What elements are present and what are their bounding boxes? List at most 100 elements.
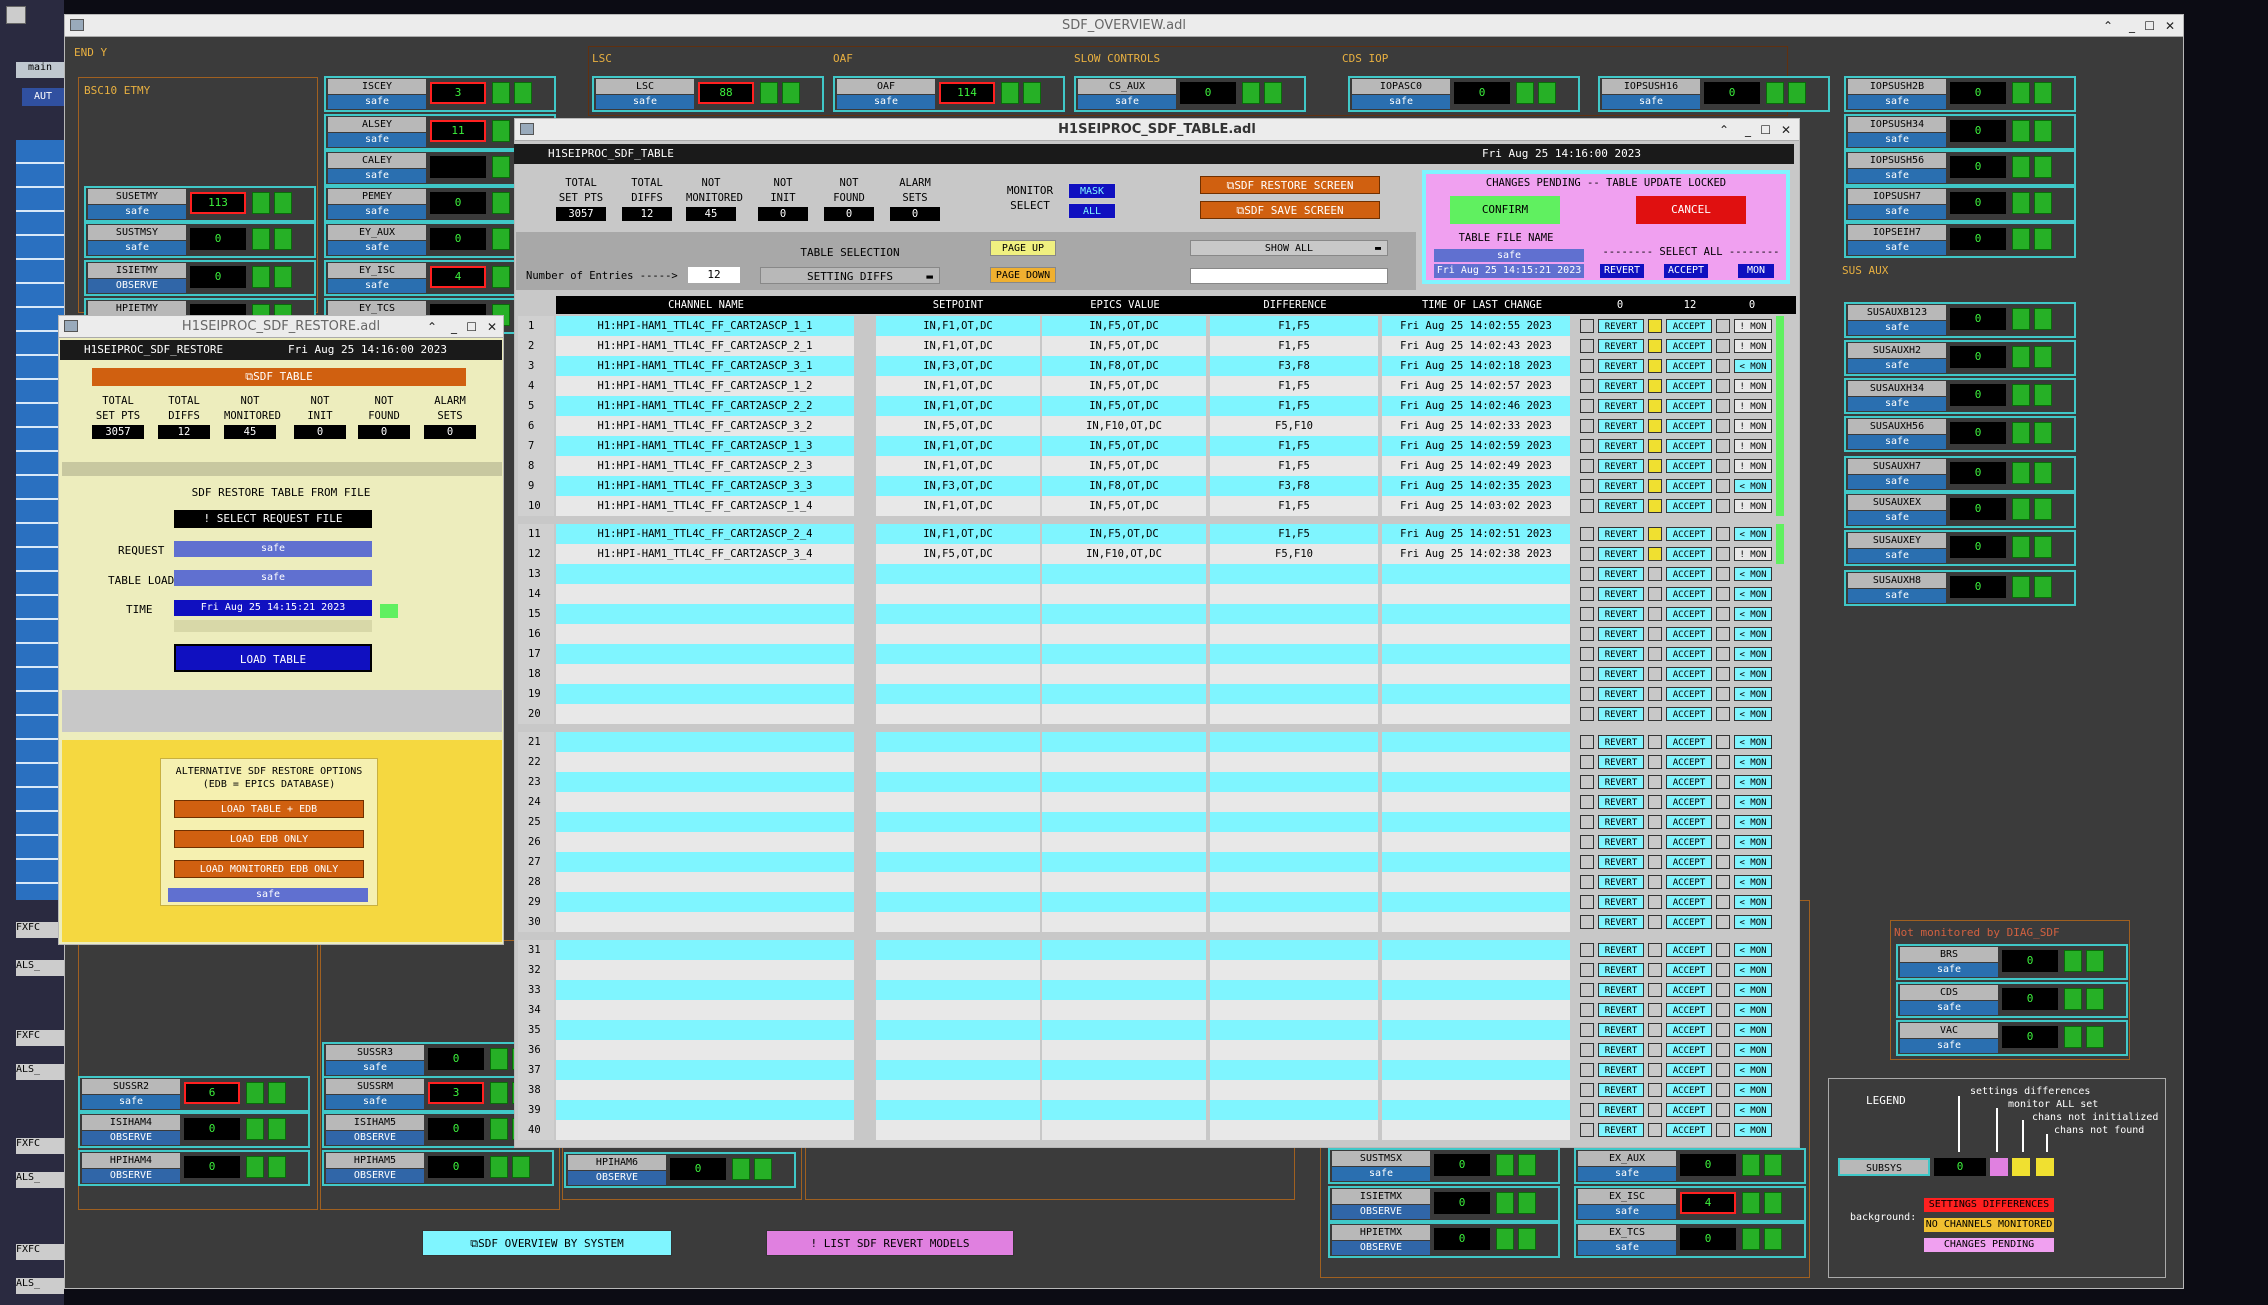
accept-checkbox[interactable] (1648, 943, 1662, 957)
mon-checkbox[interactable] (1716, 875, 1730, 889)
accept-button[interactable]: ACCEPT (1666, 795, 1712, 809)
accept-checkbox[interactable] (1648, 875, 1662, 889)
accept-button[interactable]: ACCEPT (1666, 547, 1712, 561)
accept-checkbox[interactable] (1648, 755, 1662, 769)
setting-diffs-dropdown[interactable]: SETTING DIFFS ▬ (760, 267, 940, 284)
mon-button[interactable]: < MON (1734, 835, 1772, 849)
sdf-restore-screen-button[interactable]: ⧉SDF RESTORE SCREEN (1200, 176, 1380, 194)
accept-checkbox[interactable] (1648, 399, 1662, 413)
revert-checkbox[interactable] (1580, 419, 1594, 433)
sdf-record-iopsush56[interactable]: IOPSUSH56 safe 0 (1844, 150, 2076, 186)
mon-checkbox[interactable] (1716, 1063, 1730, 1077)
mon-checkbox[interactable] (1716, 1103, 1730, 1117)
revert-checkbox[interactable] (1580, 499, 1594, 513)
revert-button[interactable]: REVERT (1598, 479, 1644, 493)
revert-checkbox[interactable] (1580, 1123, 1594, 1137)
accept-checkbox[interactable] (1648, 687, 1662, 701)
mon-button[interactable]: ! MON (1734, 459, 1772, 473)
accept-checkbox[interactable] (1648, 479, 1662, 493)
revert-checkbox[interactable] (1580, 479, 1594, 493)
mon-checkbox[interactable] (1716, 587, 1730, 601)
mon-checkbox[interactable] (1716, 567, 1730, 581)
mon-checkbox[interactable] (1716, 647, 1730, 661)
accept-checkbox[interactable] (1648, 1063, 1662, 1077)
mon-checkbox[interactable] (1716, 1023, 1730, 1037)
sdf-record-iopsush2b[interactable]: IOPSUSH2B safe 0 (1844, 76, 2076, 112)
accept-checkbox[interactable] (1648, 499, 1662, 513)
revert-button[interactable]: REVERT (1598, 943, 1644, 957)
page-up-button[interactable]: PAGE UP (990, 240, 1056, 256)
mon-button[interactable]: ! MON (1734, 499, 1772, 513)
mon-checkbox[interactable] (1716, 707, 1730, 721)
select-all-revert-button[interactable]: REVERT (1600, 264, 1644, 278)
sdf-record-susauxh2[interactable]: SUSAUXH2 safe 0 (1844, 340, 2076, 376)
revert-button[interactable]: REVERT (1598, 1123, 1644, 1137)
revert-checkbox[interactable] (1580, 895, 1594, 909)
accept-button[interactable]: ACCEPT (1666, 667, 1712, 681)
revert-button[interactable]: REVERT (1598, 587, 1644, 601)
revert-button[interactable]: REVERT (1598, 1103, 1644, 1117)
select-all-accept-button[interactable]: ACCEPT (1664, 264, 1708, 278)
load-monitored-edb-button[interactable]: LOAD MONITORED EDB ONLY (174, 860, 364, 878)
mon-button[interactable]: < MON (1734, 735, 1772, 749)
accept-checkbox[interactable] (1648, 647, 1662, 661)
accept-button[interactable]: ACCEPT (1666, 1003, 1712, 1017)
mon-checkbox[interactable] (1716, 627, 1730, 641)
accept-checkbox[interactable] (1648, 963, 1662, 977)
accept-button[interactable]: ACCEPT (1666, 339, 1712, 353)
accept-button[interactable]: ACCEPT (1666, 319, 1712, 333)
revert-checkbox[interactable] (1580, 587, 1594, 601)
revert-checkbox[interactable] (1580, 943, 1594, 957)
revert-button[interactable]: REVERT (1598, 687, 1644, 701)
mon-checkbox[interactable] (1716, 379, 1730, 393)
sdf-record-iopsush34[interactable]: IOPSUSH34 safe 0 (1844, 114, 2076, 150)
revert-checkbox[interactable] (1580, 667, 1594, 681)
cancel-button[interactable]: CANCEL (1636, 196, 1746, 224)
revert-button[interactable]: REVERT (1598, 359, 1644, 373)
list-sdf-revert-models-button[interactable]: ! LIST SDF REVERT MODELS (766, 1230, 1014, 1256)
mon-checkbox[interactable] (1716, 1083, 1730, 1097)
revert-button[interactable]: REVERT (1598, 895, 1644, 909)
accept-button[interactable]: ACCEPT (1666, 707, 1712, 721)
mon-button[interactable]: < MON (1734, 1003, 1772, 1017)
accept-button[interactable]: ACCEPT (1666, 735, 1712, 749)
accept-button[interactable]: ACCEPT (1666, 1083, 1712, 1097)
revert-checkbox[interactable] (1580, 707, 1594, 721)
sdf-record-hpiham6[interactable]: HPIHAM6 OBSERVE 0 (564, 1152, 796, 1188)
mon-button[interactable]: < MON (1734, 647, 1772, 661)
accept-checkbox[interactable] (1648, 1003, 1662, 1017)
accept-button[interactable]: ACCEPT (1666, 875, 1712, 889)
sdf-record-iopsush7[interactable]: IOPSUSH7 safe 0 (1844, 186, 2076, 222)
accept-checkbox[interactable] (1648, 815, 1662, 829)
show-all-input[interactable] (1190, 268, 1388, 284)
accept-button[interactable]: ACCEPT (1666, 587, 1712, 601)
accept-button[interactable]: ACCEPT (1666, 835, 1712, 849)
mon-button[interactable]: < MON (1734, 943, 1772, 957)
mon-checkbox[interactable] (1716, 855, 1730, 869)
accept-button[interactable]: ACCEPT (1666, 775, 1712, 789)
revert-checkbox[interactable] (1580, 647, 1594, 661)
mon-checkbox[interactable] (1716, 479, 1730, 493)
revert-checkbox[interactable] (1580, 459, 1594, 473)
revert-button[interactable]: REVERT (1598, 607, 1644, 621)
revert-checkbox[interactable] (1580, 755, 1594, 769)
page-down-button[interactable]: PAGE DOWN (990, 267, 1056, 283)
minimize-icon[interactable]: _ (1745, 119, 1751, 141)
sdf-record-susetmy[interactable]: SUSETMY safe 113 (84, 186, 316, 222)
accept-button[interactable]: ACCEPT (1666, 499, 1712, 513)
sdf-record-hpiham4[interactable]: HPIHAM4 OBSERVE 0 (78, 1150, 310, 1186)
mon-checkbox[interactable] (1716, 1123, 1730, 1137)
revert-button[interactable]: REVERT (1598, 755, 1644, 769)
mon-button[interactable]: < MON (1734, 795, 1772, 809)
mon-checkbox[interactable] (1716, 755, 1730, 769)
revert-checkbox[interactable] (1580, 687, 1594, 701)
load-table-edb-button[interactable]: LOAD TABLE + EDB (174, 800, 364, 818)
mon-checkbox[interactable] (1716, 667, 1730, 681)
revert-button[interactable]: REVERT (1598, 1043, 1644, 1057)
revert-button[interactable]: REVERT (1598, 527, 1644, 541)
accept-checkbox[interactable] (1648, 547, 1662, 561)
revert-checkbox[interactable] (1580, 627, 1594, 641)
sdf-record-susauxh34[interactable]: SUSAUXH34 safe 0 (1844, 378, 2076, 414)
collapse-icon[interactable]: ⌃ (427, 316, 437, 338)
revert-button[interactable]: REVERT (1598, 339, 1644, 353)
